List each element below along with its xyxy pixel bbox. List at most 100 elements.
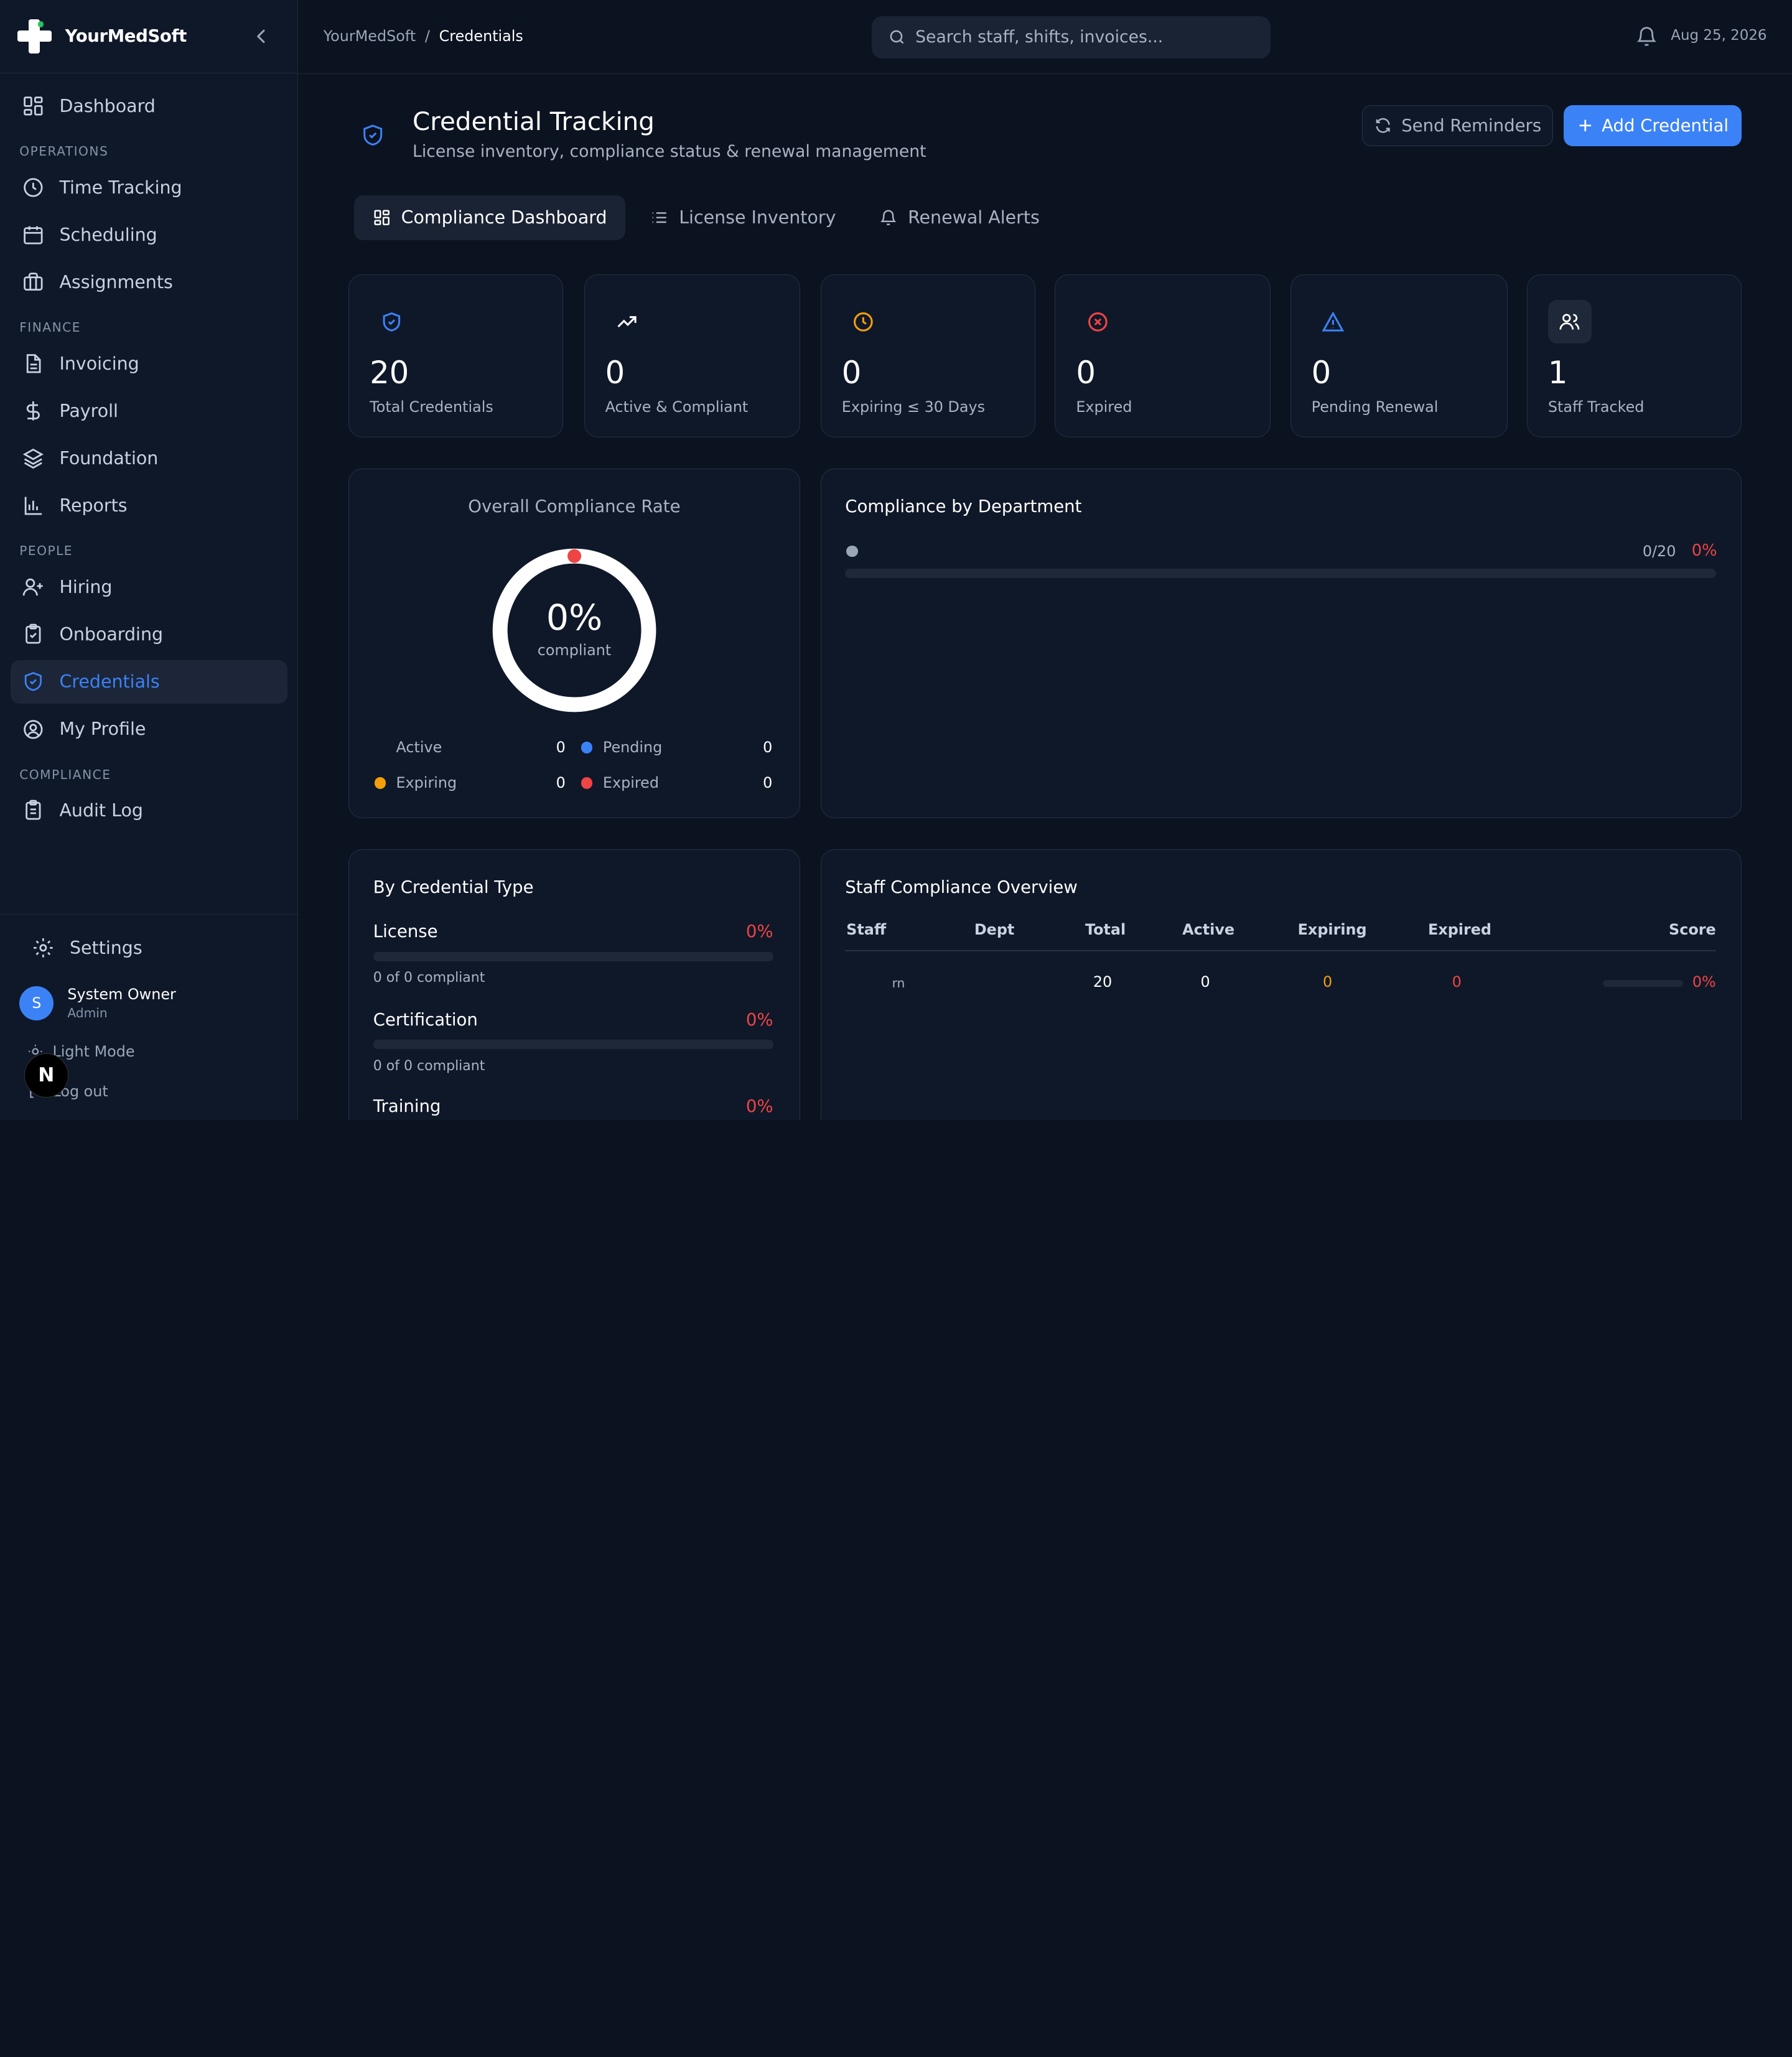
light-mode-label: Light Mode <box>52 1043 135 1061</box>
breadcrumb-separator: / <box>424 27 430 45</box>
cell-staff: rn <box>892 975 905 991</box>
brand: YourMedSoft <box>0 0 298 73</box>
page-subtitle: License inventory, compliance status & r… <box>413 141 926 161</box>
sidebar-item-label: Invoicing <box>59 353 139 374</box>
user-plus-icon <box>22 578 43 596</box>
sidebar-item-dashboard[interactable]: Dashboard <box>11 85 287 128</box>
app-window: YourMedSoft Dashboard OPERATIONS Time Tr… <box>0 0 1792 1120</box>
sidebar-item-label: Payroll <box>59 400 118 421</box>
type-item-certification: Certification 0% 0 of 0 compliant <box>373 1010 773 1074</box>
nav-group-operations: OPERATIONS <box>19 144 109 159</box>
column-header-expired[interactable]: Expired <box>1428 921 1491 938</box>
search-input[interactable] <box>915 27 1247 47</box>
type-name: Training <box>373 1096 441 1117</box>
current-date: Aug 25, 2026 <box>1671 27 1767 44</box>
sidebar-item-reports[interactable]: Reports <box>11 484 287 528</box>
sidebar-item-scheduling[interactable]: Scheduling <box>11 213 287 257</box>
stat-value: 0 <box>1076 355 1096 391</box>
tab-compliance-dashboard[interactable]: Compliance Dashboard <box>354 195 625 240</box>
search-box[interactable] <box>872 16 1271 58</box>
add-credential-label: Add Credential <box>1602 116 1729 136</box>
cell-expired: 0 <box>1452 973 1462 991</box>
sidebar-item-label: Time Tracking <box>59 177 182 198</box>
clock-icon <box>24 178 43 197</box>
briefcase-icon <box>24 273 43 291</box>
layers-icon <box>22 449 44 469</box>
clock-icon <box>842 300 885 343</box>
top-header: YourMedSoft / Credentials Aug 25, 2026 <box>298 0 1792 75</box>
overall-compliance-card: Overall Compliance Rate 0% compliant Act… <box>348 469 800 819</box>
shield-check-icon <box>370 300 413 343</box>
stat-label: Total Credentials <box>370 398 493 416</box>
column-header-dept[interactable]: Dept <box>974 921 1014 938</box>
sidebar-item-payroll[interactable]: Payroll <box>11 389 287 433</box>
type-percent: 0% <box>745 1009 773 1030</box>
refresh-icon <box>1376 118 1390 133</box>
sidebar-item-onboarding[interactable]: Onboarding <box>11 613 287 656</box>
shield-check-icon <box>363 124 382 146</box>
type-percent: 0% <box>745 1096 773 1117</box>
compliance-by-department-card: Compliance by Department 0/20 0% <box>820 469 1742 819</box>
clipboard-check-icon <box>26 623 41 644</box>
table-divider <box>845 950 1716 952</box>
sidebar-item-time-tracking[interactable]: Time Tracking <box>11 166 287 209</box>
sidebar-item-assignments[interactable]: Assignments <box>11 261 287 304</box>
send-reminders-label: Send Reminders <box>1401 116 1542 136</box>
sidebar-item-invoicing[interactable]: Invoicing <box>11 342 287 385</box>
legend-dot <box>375 742 386 753</box>
users-icon <box>1547 300 1592 343</box>
search-icon <box>890 30 904 44</box>
page-title: Credential Tracking <box>413 106 655 136</box>
sidebar-item-label: Foundation <box>59 448 159 469</box>
tab-label: Renewal Alerts <box>908 207 1040 228</box>
sidebar-item-my-profile[interactable]: My Profile <box>11 707 287 751</box>
department-percent: 0% <box>1691 541 1717 560</box>
tab-license-inventory[interactable]: License Inventory <box>632 195 854 240</box>
by-credential-type-card: By Credential Type License 0% 0 of 0 com… <box>348 849 800 1120</box>
clipboard-list-icon <box>26 800 41 820</box>
column-header-active[interactable]: Active <box>1182 921 1234 938</box>
sidebar-item-foundation[interactable]: Foundation <box>11 437 287 480</box>
add-credential-button[interactable]: Add Credential <box>1563 105 1742 147</box>
legend-dot <box>374 777 386 789</box>
brand-name: YourMedSoft <box>65 26 187 47</box>
sidebar-item-label: Dashboard <box>59 96 156 117</box>
tab-renewal-alerts[interactable]: Renewal Alerts <box>861 195 1058 240</box>
warning-icon <box>1312 300 1355 343</box>
type-name: License <box>373 921 438 942</box>
cell-total: 20 <box>1093 973 1113 991</box>
stat-card-expired: 0 Expired <box>1055 274 1271 438</box>
chevron-left-icon[interactable] <box>250 25 273 48</box>
tab-bar: Compliance Dashboard License Inventory R… <box>354 195 1065 240</box>
dev-tools-badge[interactable]: N <box>24 1053 69 1098</box>
card-title: Staff Compliance Overview <box>845 877 1078 897</box>
sidebar-item-label: Assignments <box>59 272 173 293</box>
column-header-total[interactable]: Total <box>1085 921 1126 938</box>
calendar-icon <box>24 226 43 245</box>
sidebar-item-credentials[interactable]: Credentials <box>10 660 287 704</box>
shield-icon <box>24 672 42 691</box>
card-title: Overall Compliance Rate <box>468 497 681 517</box>
legend-value: 0 <box>763 774 773 792</box>
legend-label: Expired <box>602 774 659 792</box>
sidebar-item-hiring[interactable]: Hiring <box>11 565 287 609</box>
sidebar: YourMedSoft Dashboard OPERATIONS Time Tr… <box>0 0 299 1120</box>
send-reminders-button[interactable]: Send Reminders <box>1362 105 1554 147</box>
column-header-staff[interactable]: Staff <box>846 921 886 938</box>
column-header-score[interactable]: Score <box>1669 921 1716 938</box>
sidebar-item-settings[interactable]: Settings <box>21 926 298 970</box>
sidebar-item-audit-log[interactable]: Audit Log <box>11 789 287 833</box>
x-circle-icon <box>1076 300 1119 343</box>
bell-icon[interactable] <box>1635 25 1658 48</box>
legend-label: Expiring <box>396 774 457 792</box>
ring-marker <box>567 549 582 563</box>
user-profile[interactable]: S System Owner Admin <box>19 986 176 1020</box>
column-header-expiring[interactable]: Expiring <box>1298 921 1367 938</box>
trending-up-icon <box>605 300 649 343</box>
stat-value: 1 <box>1547 355 1568 391</box>
nav-group-finance: FINANCE <box>19 320 81 335</box>
stat-label: Pending Renewal <box>1311 398 1439 416</box>
staff-compliance-card: Staff Compliance Overview Staff Dept Tot… <box>820 849 1742 1120</box>
type-percent: 0% <box>745 921 773 942</box>
breadcrumb-root[interactable]: YourMedSoft <box>324 27 416 45</box>
